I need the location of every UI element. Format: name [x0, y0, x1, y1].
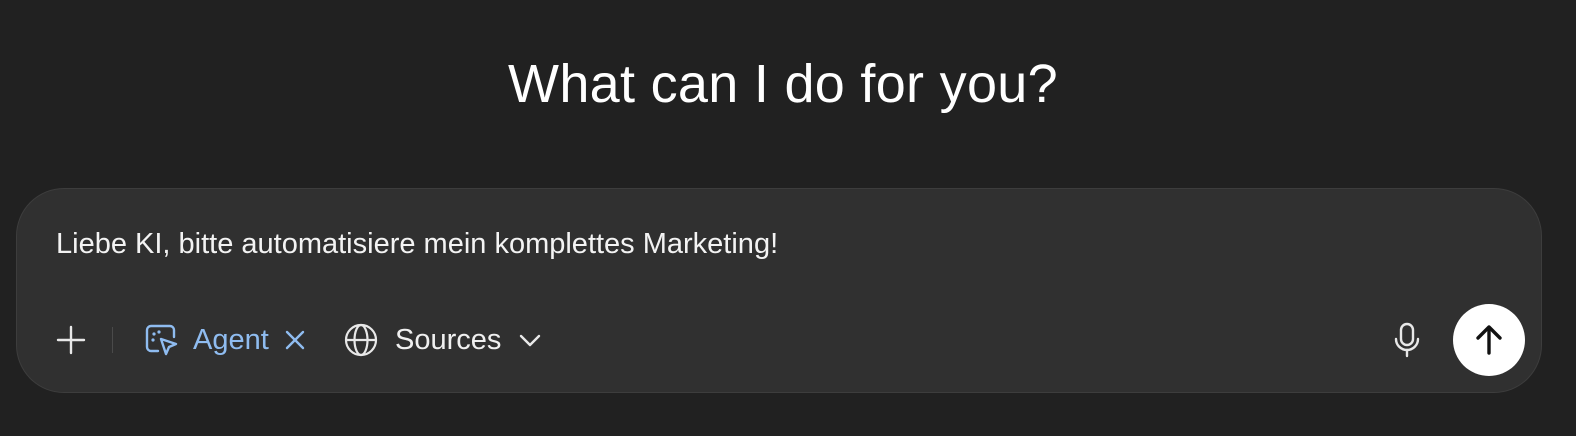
- agent-cursor-icon: [145, 324, 178, 356]
- close-icon[interactable]: [283, 328, 307, 352]
- agent-chip[interactable]: Agent: [143, 318, 307, 362]
- sources-label: Sources: [395, 323, 502, 356]
- page-title: What can I do for you?: [508, 54, 1058, 114]
- globe-icon: [344, 323, 378, 357]
- composer-toolbar: Agent Sources: [17, 304, 1541, 376]
- sources-dropdown[interactable]: Sources: [343, 318, 543, 362]
- voice-input-button[interactable]: [1387, 320, 1427, 360]
- prompt-composer: Liebe KI, bitte automatisiere mein kompl…: [16, 188, 1542, 393]
- microphone-icon: [1394, 322, 1420, 358]
- arrow-up-icon: [1476, 325, 1502, 355]
- prompt-input[interactable]: Liebe KI, bitte automatisiere mein kompl…: [56, 226, 778, 262]
- page: What can I do for you? Liebe KI, bitte a…: [0, 0, 1576, 436]
- toolbar-divider: [112, 327, 113, 353]
- agent-label: Agent: [193, 323, 269, 356]
- plus-icon: [56, 325, 86, 355]
- add-button[interactable]: [53, 322, 89, 358]
- chevron-down-icon: [520, 334, 541, 347]
- send-button[interactable]: [1453, 304, 1525, 376]
